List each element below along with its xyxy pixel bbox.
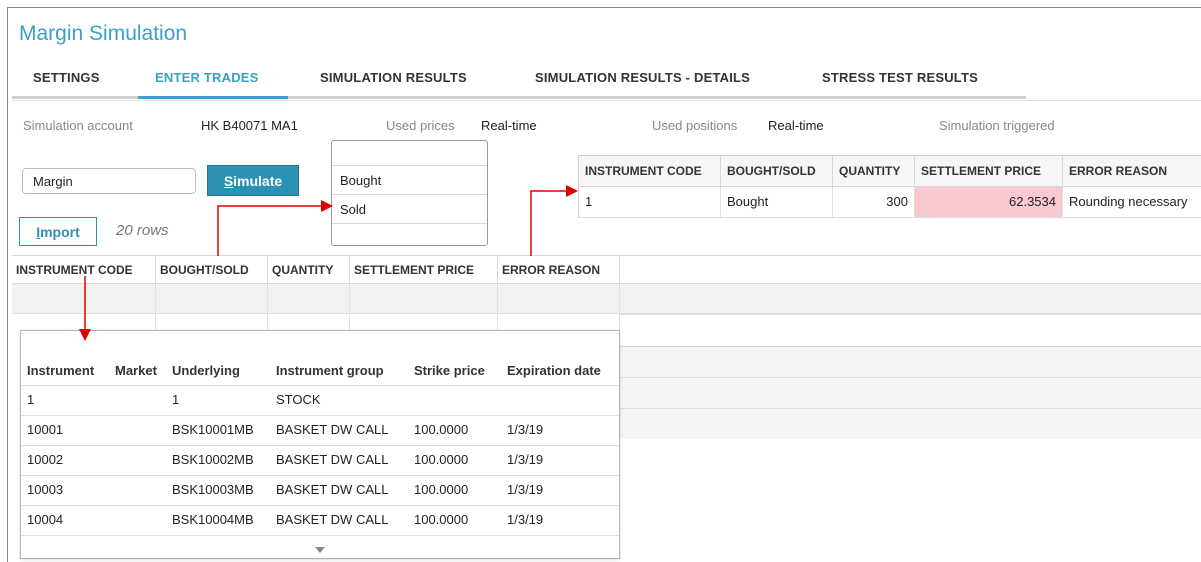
cell-group: BASKET DW CALL xyxy=(276,482,389,497)
instrument-picker-popup[interactable]: Instrument Market Underlying Instrument … xyxy=(20,330,620,559)
tab-stress-test-results[interactable]: STRESS TEST RESULTS xyxy=(822,70,978,85)
tab-settings[interactable]: SETTINGS xyxy=(33,70,100,85)
grid-cell xyxy=(268,284,350,313)
cell-strike: 100.0000 xyxy=(414,422,469,437)
column-header[interactable]: SETTLEMENT PRICE xyxy=(915,156,1063,186)
cell-expiration: 1/3/19 xyxy=(507,512,544,527)
cell-expiration: 1/3/19 xyxy=(507,452,544,467)
column-header[interactable]: QUANTITY xyxy=(268,256,350,284)
simulate-label: imulate xyxy=(233,172,283,189)
rows-count: 20 rows xyxy=(116,222,169,239)
list-item[interactable]: 10002 BSK10002MB BASKET DW CALL 100.0000… xyxy=(21,445,619,473)
cell-instrument: 1 xyxy=(27,392,35,407)
column-header[interactable]: INSTRUMENT CODE xyxy=(579,156,721,186)
error-table-header: INSTRUMENT CODE BOUGHT/SOLD QUANTITY SET… xyxy=(579,156,1201,187)
tab-enter-trades[interactable]: ENTER TRADES xyxy=(155,70,259,85)
column-header[interactable]: Market xyxy=(115,363,157,378)
cell-underlying: BSK10002MB xyxy=(172,452,254,467)
used-positions-label: Used positions xyxy=(652,118,738,133)
column-header[interactable]: ERROR REASON xyxy=(498,256,620,284)
dropdown-option-sold[interactable]: Sold xyxy=(332,194,487,223)
column-header[interactable]: INSTRUMENT CODE xyxy=(12,256,156,284)
cell-group: BASKET DW CALL xyxy=(276,512,389,527)
cell-underlying: BSK10001MB xyxy=(172,422,254,437)
column-header[interactable]: BOUGHT/SOLD xyxy=(721,156,833,186)
cell-group: BASKET DW CALL xyxy=(276,422,389,437)
column-header[interactable]: SETTLEMENT PRICE xyxy=(350,256,498,284)
grid-cell xyxy=(156,284,268,313)
cell-instrument: 1 xyxy=(579,187,721,217)
simulate-button[interactable]: Simulate xyxy=(207,165,299,196)
simulation-account-label: Simulation account xyxy=(23,118,133,133)
table-row[interactable]: 1 Bought 300 62.3534 Rounding necessary xyxy=(579,187,1201,218)
column-header[interactable]: Strike price xyxy=(414,363,485,378)
scroll-down-icon[interactable] xyxy=(315,547,325,553)
trades-grid-header: INSTRUMENT CODE BOUGHT/SOLD QUANTITY SET… xyxy=(12,255,1201,284)
list-item[interactable]: 10003 BSK10003MB BASKET DW CALL 100.0000… xyxy=(21,475,619,503)
table-row[interactable] xyxy=(12,284,1201,314)
column-header[interactable]: QUANTITY xyxy=(833,156,915,186)
list-item[interactable]: 1 1 STOCK xyxy=(21,385,619,413)
grid-cell xyxy=(350,284,498,313)
simulation-triggered-label: Simulation triggered xyxy=(939,118,1055,133)
column-header[interactable]: ERROR REASON xyxy=(1063,156,1201,186)
simulation-account-value: HK B40071 MA1 xyxy=(201,118,298,133)
grid-row-line xyxy=(620,314,1201,315)
cell-settlement-price: 62.3534 xyxy=(915,187,1063,217)
column-header[interactable]: Underlying xyxy=(172,363,240,378)
simulate-mnemonic: S xyxy=(223,172,234,189)
dropdown-empty xyxy=(332,223,487,245)
list-item[interactable]: 10004 BSK10004MB BASKET DW CALL 100.0000… xyxy=(21,505,619,533)
cell-instrument: 10003 xyxy=(27,482,64,497)
grid-background-rows xyxy=(620,346,1201,439)
column-header[interactable]: Instrument xyxy=(27,363,94,378)
column-header[interactable]: Expiration date xyxy=(507,363,601,378)
cell-instrument: 10004 xyxy=(27,512,64,527)
used-prices-label: Used prices xyxy=(386,118,455,133)
cell-bought-sold: Bought xyxy=(721,187,833,217)
column-header[interactable]: BOUGHT/SOLD xyxy=(156,256,268,284)
grid-cell xyxy=(498,284,620,313)
cell-instrument: 10001 xyxy=(27,422,64,437)
divider xyxy=(12,100,1201,101)
cell-strike: 100.0000 xyxy=(414,512,469,527)
tab-bar: SETTINGS ENTER TRADES SIMULATION RESULTS… xyxy=(12,62,1026,99)
tab-simulation-results[interactable]: SIMULATION RESULTS xyxy=(320,70,467,85)
import-button[interactable]: Import xyxy=(19,217,97,246)
column-header[interactable]: Instrument group xyxy=(276,363,384,378)
cell-underlying: BSK10003MB xyxy=(172,482,254,497)
page-title: Margin Simulation xyxy=(19,22,188,45)
margin-input[interactable]: Margin xyxy=(22,168,196,194)
error-table: INSTRUMENT CODE BOUGHT/SOLD QUANTITY SET… xyxy=(578,155,1201,218)
used-prices-value: Real-time xyxy=(481,118,537,133)
cell-underlying: 1 xyxy=(172,392,180,407)
active-tab-indicator xyxy=(138,96,288,99)
cell-expiration: 1/3/19 xyxy=(507,482,544,497)
cell-instrument: 10002 xyxy=(27,452,64,467)
cell-group: STOCK xyxy=(276,392,321,407)
cell-quantity: 300 xyxy=(833,187,915,217)
cell-group: BASKET DW CALL xyxy=(276,452,389,467)
cell-strike: 100.0000 xyxy=(414,452,469,467)
tab-simulation-results-details[interactable]: SIMULATION RESULTS - DETAILS xyxy=(535,70,750,85)
list-item[interactable]: 10001 BSK10001MB BASKET DW CALL 100.0000… xyxy=(21,415,619,443)
bought-sold-dropdown[interactable]: Bought Sold xyxy=(331,140,488,246)
grid-cell xyxy=(12,284,156,313)
import-label: mport xyxy=(40,223,80,240)
used-positions-value: Real-time xyxy=(768,118,824,133)
cell-underlying: BSK10004MB xyxy=(172,512,254,527)
cell-error-reason: Rounding necessary xyxy=(1069,194,1188,209)
cell-strike: 100.0000 xyxy=(414,482,469,497)
dropdown-option-bought[interactable]: Bought xyxy=(332,165,487,194)
cell-expiration: 1/3/19 xyxy=(507,422,544,437)
